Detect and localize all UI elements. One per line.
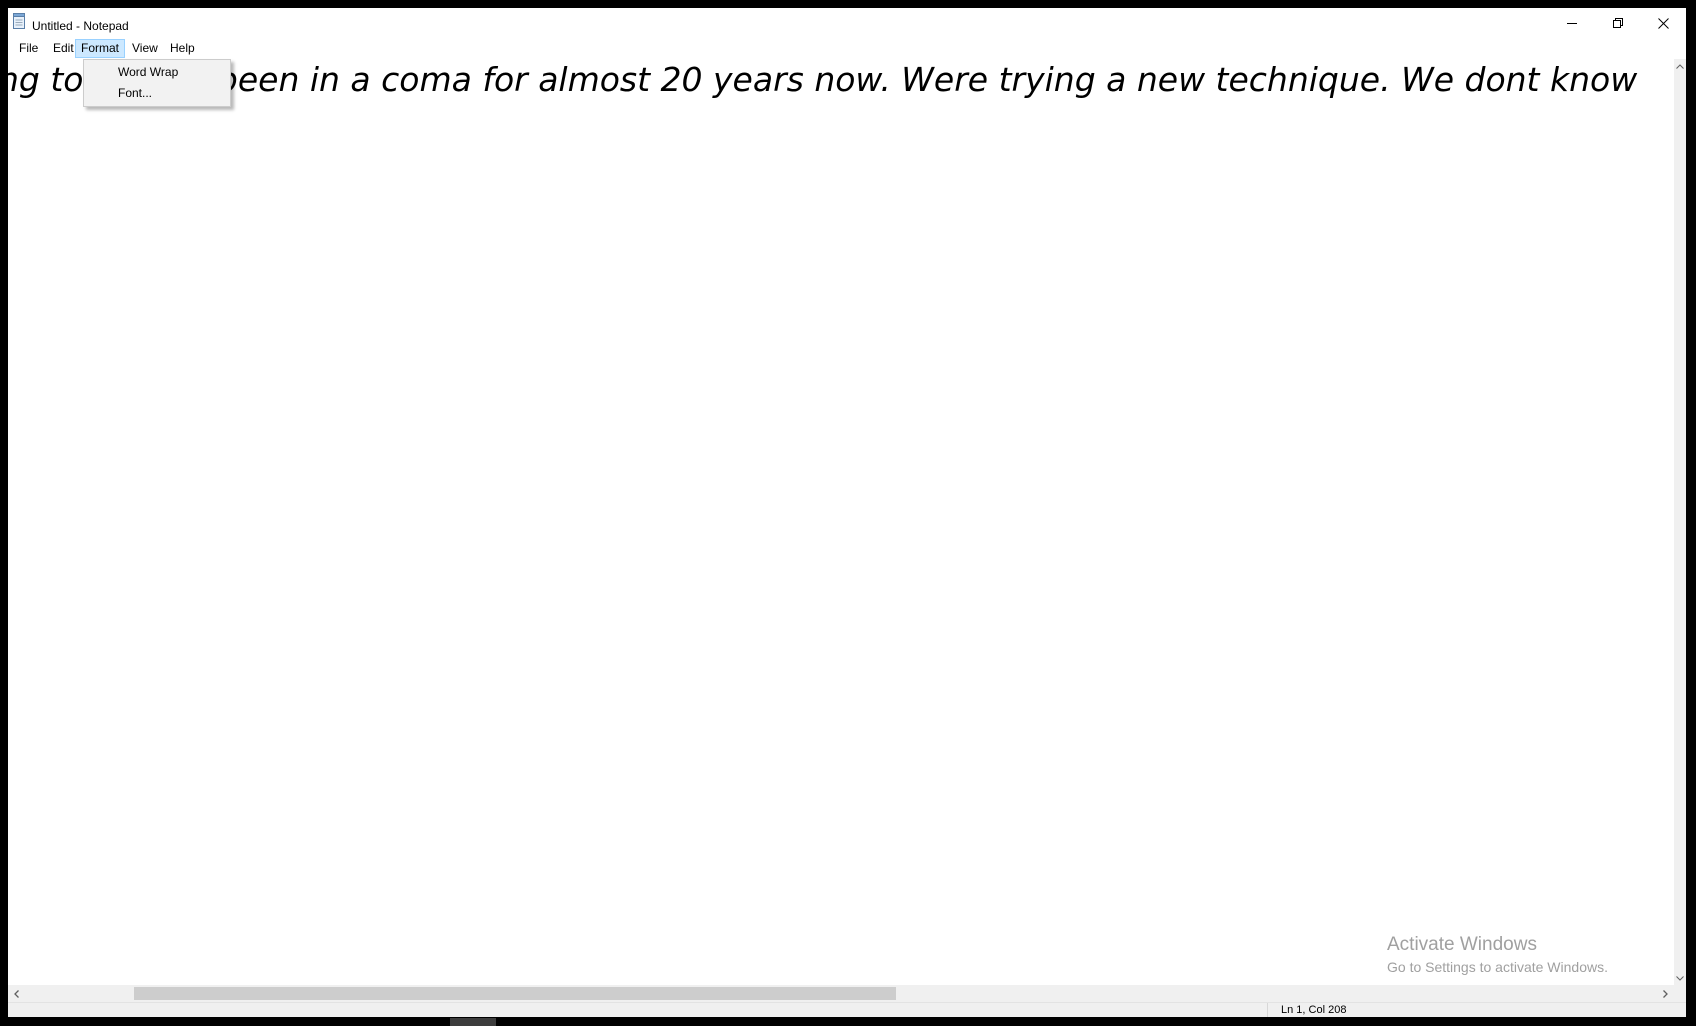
horizontal-scrollbar[interactable] xyxy=(8,985,1674,1002)
title-bar[interactable]: Untitled - Notepad xyxy=(8,8,1686,38)
status-bar: Ln 1, Col 208 xyxy=(8,1002,1686,1017)
horizontal-scroll-thumb[interactable] xyxy=(134,987,896,1000)
menu-item-font[interactable]: Font... xyxy=(85,83,229,104)
notepad-window: Untitled - Notepad File Edit Format View… xyxy=(8,8,1686,1017)
close-icon xyxy=(1657,17,1669,29)
chevron-down-icon[interactable] xyxy=(1674,971,1686,985)
watermark-subtitle: Go to Settings to activate Windows. xyxy=(1387,959,1608,975)
editor-text: ng to... have been in a coma for almost … xyxy=(8,60,1638,99)
scrollbar-corner xyxy=(1674,985,1686,1002)
window-title: Untitled - Notepad xyxy=(32,19,129,33)
restore-icon xyxy=(1613,18,1623,28)
text-editor[interactable]: ng to... have been in a coma for almost … xyxy=(8,59,1674,985)
restore-button[interactable] xyxy=(1595,8,1641,38)
activation-watermark: Activate Windows Go to Settings to activ… xyxy=(1387,934,1608,976)
chevron-left-icon[interactable] xyxy=(8,985,25,1002)
close-button[interactable] xyxy=(1640,8,1686,38)
menu-view[interactable]: View xyxy=(126,39,164,58)
menu-file[interactable]: File xyxy=(13,39,44,58)
minimize-button[interactable] xyxy=(1549,8,1595,38)
taskbar-active-indicator xyxy=(450,1018,496,1026)
menu-item-word-wrap[interactable]: Word Wrap xyxy=(85,62,229,83)
minimize-icon xyxy=(1567,18,1577,28)
cursor-position: Ln 1, Col 208 xyxy=(1281,1004,1347,1016)
vertical-scrollbar[interactable] xyxy=(1674,59,1686,985)
chevron-right-icon[interactable] xyxy=(1657,985,1674,1002)
status-divider xyxy=(1267,1003,1268,1017)
watermark-title: Activate Windows xyxy=(1387,934,1537,955)
menu-help[interactable]: Help xyxy=(164,39,201,58)
menu-bar: File Edit Format View Help xyxy=(8,38,1686,59)
chevron-up-icon[interactable] xyxy=(1674,59,1686,73)
menu-format[interactable]: Format xyxy=(75,39,126,58)
format-menu-dropdown: Word Wrap Font... xyxy=(83,59,231,107)
notepad-icon xyxy=(12,13,26,29)
